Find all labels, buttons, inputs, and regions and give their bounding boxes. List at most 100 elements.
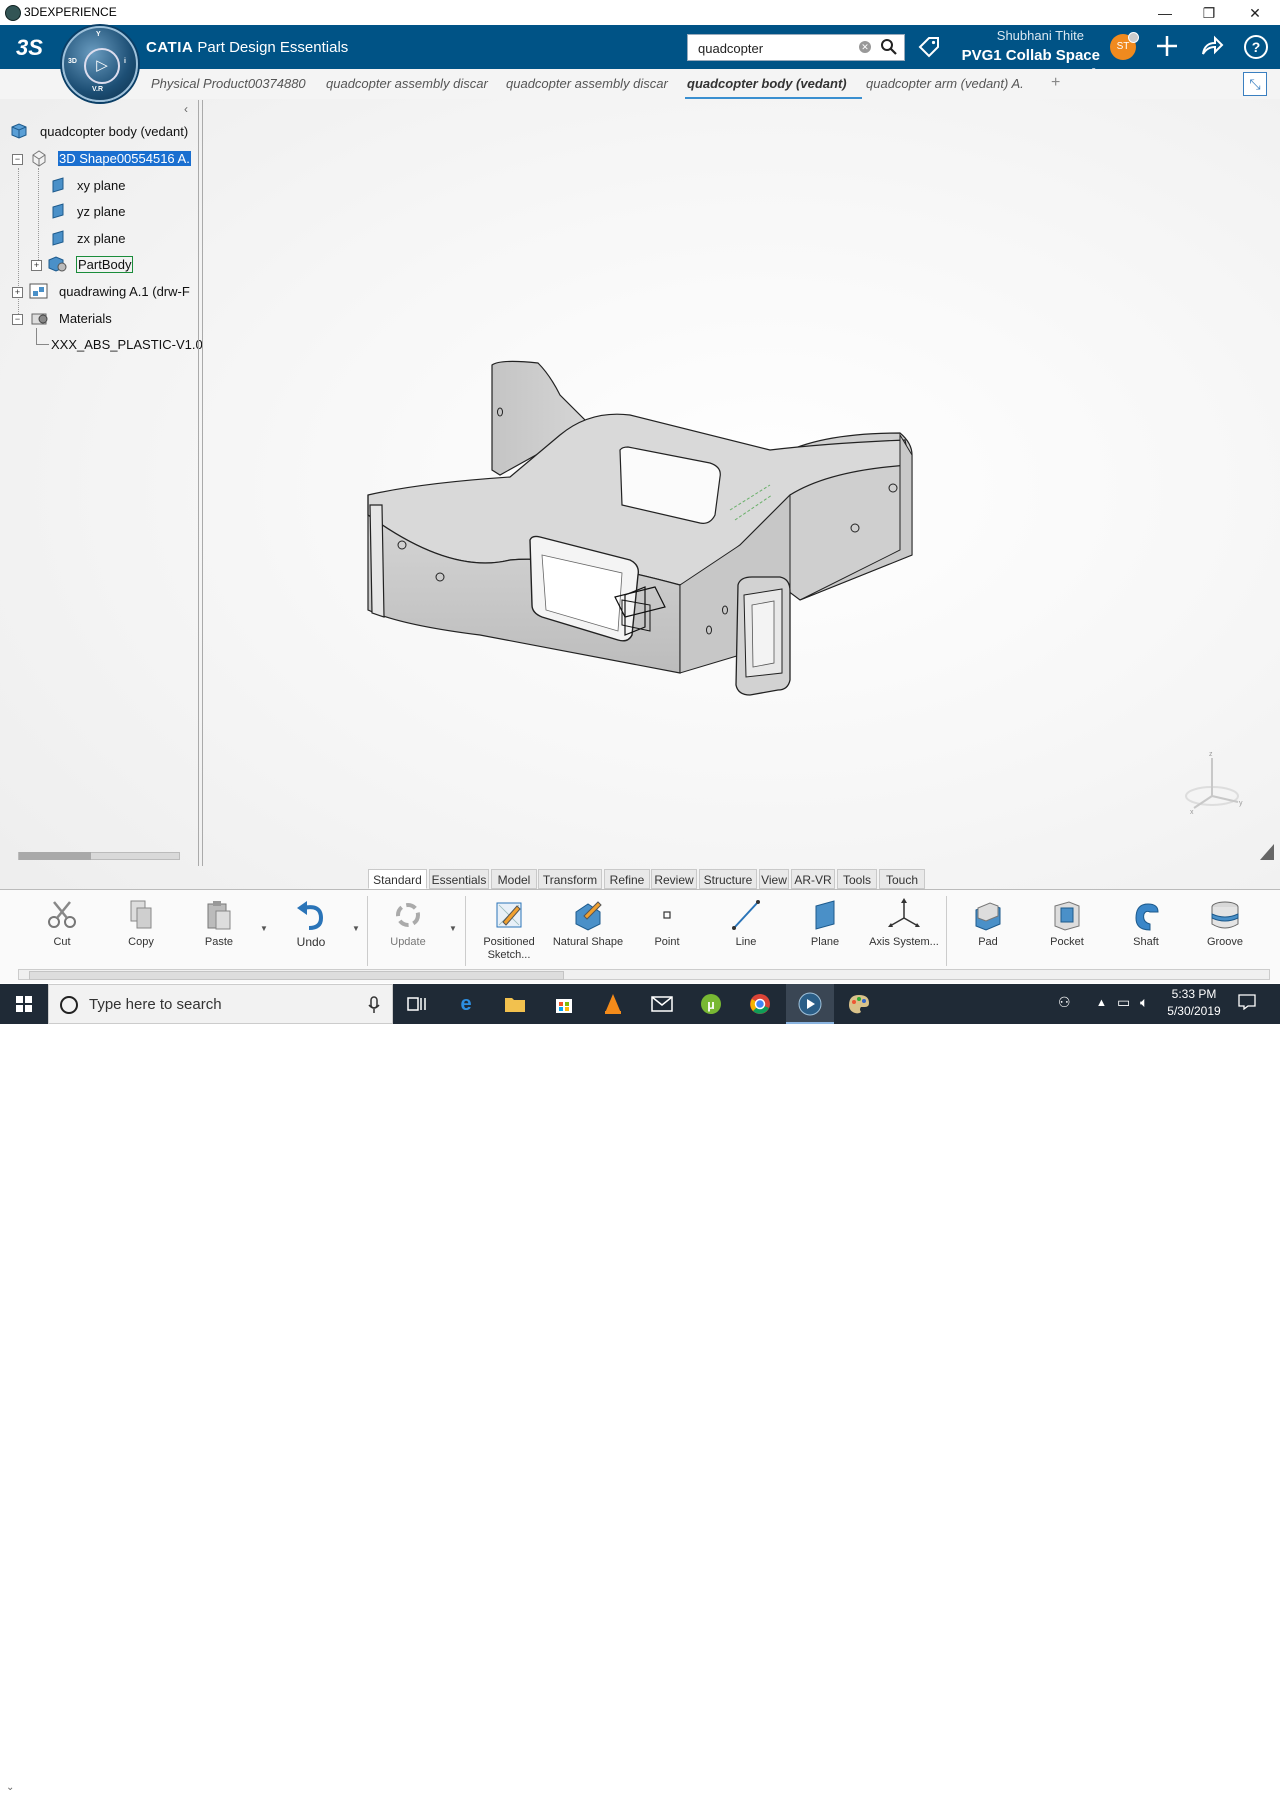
tree-item-materials[interactable]: − Materials bbox=[0, 309, 200, 331]
plane-label: Plane bbox=[810, 936, 840, 948]
paint-icon[interactable] bbox=[835, 984, 883, 1024]
expand-node-icon[interactable]: + bbox=[31, 260, 42, 271]
cut-button[interactable]: Cut bbox=[26, 898, 98, 949]
share-icon[interactable] bbox=[1197, 34, 1227, 65]
tab-refine[interactable]: Refine bbox=[604, 869, 650, 889]
clear-search-icon[interactable]: ✕ bbox=[859, 41, 871, 53]
update-dropdown-icon[interactable]: ▼ bbox=[449, 924, 457, 933]
tab-ar-vr[interactable]: AR-VR bbox=[791, 869, 835, 889]
collapse-node-icon[interactable]: − bbox=[12, 314, 23, 325]
tree-item-yz-plane[interactable]: yz plane bbox=[0, 202, 200, 224]
tab-standard[interactable]: Standard bbox=[368, 869, 427, 889]
tab-quadcopter-arm[interactable]: quadcopter arm (vedant) A. bbox=[866, 76, 1036, 91]
pocket-button[interactable]: Pocket bbox=[1031, 898, 1103, 949]
tree-splitter[interactable] bbox=[198, 100, 203, 866]
volume-icon[interactable]: 🔈︎ bbox=[1140, 994, 1148, 1011]
search-icon[interactable] bbox=[880, 38, 898, 61]
3dexperience-taskbar-icon[interactable] bbox=[786, 984, 834, 1024]
store-icon[interactable] bbox=[540, 984, 588, 1024]
scrollbar-thumb[interactable] bbox=[19, 852, 91, 860]
close-window-button[interactable]: ✕ bbox=[1232, 2, 1278, 24]
pad-button[interactable]: Pad bbox=[952, 898, 1024, 949]
maximize-button[interactable]: ❐ bbox=[1186, 2, 1232, 24]
tab-structure[interactable]: Structure bbox=[699, 869, 757, 889]
vlc-icon[interactable] bbox=[589, 984, 637, 1024]
undo-button[interactable]: Undo bbox=[275, 898, 347, 950]
quadcopter-body-model[interactable] bbox=[360, 355, 920, 700]
chevron-up-icon[interactable]: ▲ bbox=[1096, 997, 1107, 1009]
file-explorer-icon[interactable] bbox=[491, 984, 539, 1024]
undo-label: Undo bbox=[296, 935, 326, 949]
chrome-icon[interactable] bbox=[736, 984, 784, 1024]
start-button[interactable] bbox=[0, 984, 48, 1024]
clock[interactable]: 5:33 PM 5/30/2019 bbox=[1158, 986, 1230, 1020]
window-title: 3DEXPERIENCE bbox=[24, 5, 117, 19]
axis-triad-icon[interactable]: z y x bbox=[1180, 748, 1250, 818]
tree-item-material[interactable]: XXX_ABS_PLASTIC-V1.0 bbox=[0, 335, 203, 357]
task-view-icon[interactable] bbox=[393, 984, 441, 1024]
expand-node-icon[interactable]: + bbox=[12, 287, 23, 298]
axis-system-button[interactable]: Axis System... bbox=[868, 898, 940, 949]
collapse-icon[interactable]: ⤡ bbox=[1243, 72, 1267, 96]
copy-button[interactable]: Copy bbox=[105, 898, 177, 949]
brand-logo[interactable]: 3S bbox=[16, 35, 43, 61]
tree-item-3d-shape[interactable]: − 3D Shape00554516 A. bbox=[0, 149, 200, 171]
tab-quadcopter-assembly-1[interactable]: quadcopter assembly discar bbox=[326, 76, 496, 91]
search-box[interactable]: ✕ bbox=[687, 34, 905, 61]
action-bar-scrollbar[interactable] bbox=[18, 969, 1270, 980]
scrollbar-thumb[interactable] bbox=[29, 971, 564, 980]
tree-item-drawing[interactable]: + quadrawing A.1 (drw-F bbox=[0, 282, 200, 304]
compass-button[interactable]: Y 3D i V.R ▷ bbox=[62, 26, 138, 102]
tree-item-xy-plane[interactable]: xy plane bbox=[0, 176, 200, 198]
people-icon[interactable]: ⚇ bbox=[1058, 994, 1071, 1011]
natural-shape-button[interactable]: Natural Shape bbox=[552, 898, 624, 949]
tab-transform[interactable]: Transform bbox=[538, 869, 602, 889]
tab-quadcopter-assembly-2[interactable]: quadcopter assembly discar bbox=[506, 76, 678, 91]
minimize-button[interactable]: — bbox=[1142, 2, 1188, 24]
tag-icon[interactable] bbox=[918, 36, 940, 64]
tree-item-partbody[interactable]: + PartBody bbox=[0, 255, 200, 277]
view-corner-icon[interactable] bbox=[1258, 842, 1276, 862]
help-icon[interactable]: ? bbox=[1241, 34, 1271, 67]
line-button[interactable]: Line bbox=[710, 898, 782, 949]
undo-dropdown-icon[interactable]: ▼ bbox=[352, 924, 360, 933]
microphone-icon[interactable] bbox=[367, 995, 381, 1015]
taskbar-search[interactable]: Type here to search bbox=[48, 984, 393, 1024]
search-input[interactable] bbox=[696, 40, 850, 57]
window-title-bar: 3DEXPERIENCE — ❐ ✕ bbox=[0, 0, 1280, 26]
point-button[interactable]: Point bbox=[631, 898, 703, 949]
add-tab-icon[interactable]: + bbox=[1051, 74, 1060, 92]
tab-review[interactable]: Review bbox=[651, 869, 697, 889]
tab-view[interactable]: View bbox=[759, 869, 789, 889]
shaft-button[interactable]: Shaft bbox=[1110, 898, 1182, 949]
tab-touch[interactable]: Touch bbox=[879, 869, 925, 889]
edge-icon[interactable]: e bbox=[442, 984, 490, 1024]
utorrent-icon[interactable]: µ bbox=[687, 984, 735, 1024]
positioned-sketch-button[interactable]: Positioned Sketch... bbox=[473, 898, 545, 962]
tree-item-zx-plane[interactable]: zx plane bbox=[0, 229, 200, 251]
tree-root[interactable]: quadcopter body (vedant) bbox=[0, 122, 200, 144]
notifications-icon[interactable] bbox=[1238, 994, 1256, 1013]
plane-button[interactable]: Plane bbox=[789, 898, 861, 949]
paste-dropdown-icon[interactable]: ▼ bbox=[260, 924, 268, 933]
plus-icon[interactable] bbox=[1152, 34, 1182, 65]
clock-date: 5/30/2019 bbox=[1167, 1004, 1221, 1018]
chevron-down-icon[interactable]: ⌄ bbox=[6, 1782, 14, 1793]
tab-essentials[interactable]: Essentials bbox=[429, 869, 489, 889]
tab-tools[interactable]: Tools bbox=[837, 869, 877, 889]
tree-scrollbar[interactable] bbox=[18, 852, 180, 860]
plane-icon bbox=[807, 898, 843, 932]
tab-physical-product[interactable]: Physical Product00374880 bbox=[151, 76, 321, 91]
paste-button[interactable]: Paste bbox=[183, 898, 255, 949]
tab-quadcopter-body[interactable]: quadcopter body (vedant) bbox=[687, 76, 859, 91]
groove-button[interactable]: Groove bbox=[1189, 898, 1261, 949]
tree-item-label: XXX_ABS_PLASTIC-V1.0 bbox=[51, 337, 203, 352]
avatar[interactable]: ST bbox=[1110, 32, 1139, 60]
app-logo-icon bbox=[5, 5, 21, 21]
natural-shape-icon bbox=[570, 898, 606, 932]
mail-icon[interactable] bbox=[638, 984, 686, 1024]
tab-model[interactable]: Model bbox=[491, 869, 537, 889]
network-icon[interactable]: ▭ bbox=[1117, 994, 1130, 1011]
collapse-node-icon[interactable]: − bbox=[12, 154, 23, 165]
update-button[interactable]: Update bbox=[372, 898, 444, 949]
